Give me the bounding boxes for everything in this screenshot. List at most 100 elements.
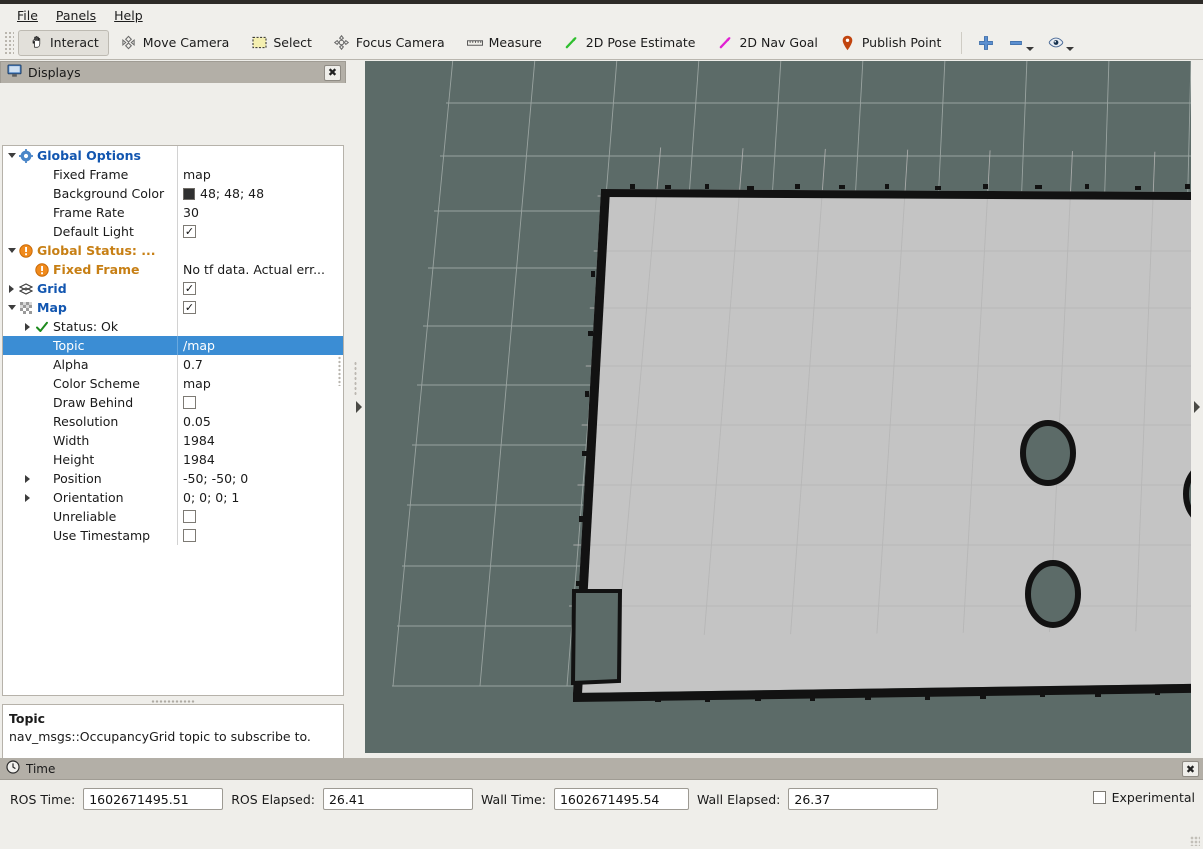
twisty-open-icon[interactable] [5, 248, 18, 253]
property-value-cell[interactable] [177, 241, 343, 260]
ros-elapsed-input[interactable]: 26.41 [323, 788, 473, 810]
checkbox-checked[interactable]: ✓ [183, 225, 196, 238]
property-value-cell[interactable]: map [177, 165, 343, 184]
checkbox-checked[interactable]: ✓ [183, 282, 196, 295]
twisty-open-icon[interactable] [5, 153, 18, 158]
property-value-cell[interactable]: No tf data. Actual err... [177, 260, 343, 279]
wall-elapsed-label: Wall Elapsed: [697, 792, 780, 807]
property-value-cell[interactable] [177, 317, 343, 336]
property-value-cell[interactable]: ✓ [177, 279, 343, 298]
property-value-cell[interactable]: 1984 [177, 450, 343, 469]
tool-select-button[interactable]: Select [241, 30, 322, 56]
property-row-use-timestamp[interactable]: Use Timestamp [3, 526, 343, 545]
property-row-map[interactable]: Map✓ [3, 298, 343, 317]
displays-property-tree[interactable]: Global OptionsFixed FramemapBackground C… [2, 145, 344, 696]
property-value-cell[interactable]: /map [177, 336, 343, 355]
twisty-closed-icon[interactable] [21, 494, 34, 502]
property-row-height[interactable]: Height1984 [3, 450, 343, 469]
property-value-cell[interactable] [177, 507, 343, 526]
property-row-global-status[interactable]: Global Status: ... [3, 241, 343, 260]
property-label: Fixed Frame [50, 262, 140, 277]
property-value-cell[interactable]: 1984 [177, 431, 343, 450]
property-row-width[interactable]: Width1984 [3, 431, 343, 450]
time-panel-close-icon[interactable]: ✖ [1182, 761, 1199, 777]
views-visibility-button[interactable] [1041, 35, 1081, 51]
menu-item-file[interactable]: File [8, 6, 47, 25]
displays-panel-close-icon[interactable]: ✖ [324, 65, 341, 81]
property-row-color-scheme[interactable]: Color Schememap [3, 374, 343, 393]
tool-select-label: Select [273, 35, 312, 50]
right-dock-collapse-handle[interactable] [1191, 61, 1203, 753]
property-value-cell[interactable]: ✓ [177, 222, 343, 241]
wall-elapsed-input[interactable]: 26.37 [788, 788, 938, 810]
ros-time-input[interactable]: 1602671495.51 [83, 788, 223, 810]
collapse-left-arrow-icon[interactable] [356, 401, 362, 413]
twisty-open-icon[interactable] [5, 305, 18, 310]
property-label: Default Light [50, 224, 134, 239]
property-row-grid[interactable]: Grid✓ [3, 279, 343, 298]
green-arrow-icon [564, 35, 580, 51]
tool-move-camera-button[interactable]: Move Camera [111, 30, 240, 56]
toolbar-drag-grip[interactable] [4, 31, 14, 55]
property-label: Fixed Frame [50, 167, 128, 182]
add-view-button[interactable] [971, 35, 1001, 51]
property-row-frame-rate[interactable]: Frame Rate30 [3, 203, 343, 222]
tool-measure-button[interactable]: Measure [457, 30, 552, 56]
property-value-cell[interactable]: 48; 48; 48 [177, 184, 343, 203]
property-row-fixed-frame[interactable]: Fixed Frame map [3, 165, 343, 184]
left-dock-collapse-handle[interactable] [353, 61, 365, 753]
experimental-checkbox[interactable] [1093, 791, 1106, 804]
property-value-cell[interactable]: ✓ [177, 298, 343, 317]
tool-focus-camera-button[interactable]: Focus Camera [324, 30, 455, 56]
rviz-3d-viewport[interactable] [365, 61, 1191, 753]
menu-item-help[interactable]: Help [105, 6, 152, 25]
property-row-global-options[interactable]: Global Options [3, 146, 343, 165]
clock-icon [6, 760, 20, 777]
window-resize-grip[interactable] [1190, 836, 1200, 846]
property-row-resolution[interactable]: Resolution 0.05 [3, 412, 343, 431]
collapse-right-arrow-icon[interactable] [1194, 401, 1200, 413]
checkbox-unchecked[interactable] [183, 396, 196, 409]
checkbox-unchecked[interactable] [183, 510, 196, 523]
color-swatch[interactable] [183, 188, 195, 200]
tool-publish-point-button[interactable]: Publish Point [830, 30, 952, 56]
tool-2d-nav-goal-button[interactable]: 2D Nav Goal [707, 30, 827, 56]
tool-interact-button[interactable]: Interact [18, 30, 109, 56]
twisty-closed-icon[interactable] [5, 285, 18, 293]
property-value-cell[interactable] [177, 146, 343, 165]
checkbox-checked[interactable]: ✓ [183, 301, 196, 314]
menu-item-panels[interactable]: Panels [47, 6, 105, 25]
twisty-closed-icon[interactable] [21, 323, 34, 331]
experimental-toggle[interactable]: Experimental [1093, 790, 1195, 805]
property-row-unreliable[interactable]: Unreliable [3, 507, 343, 526]
experimental-label: Experimental [1112, 790, 1195, 805]
property-value-cell[interactable] [177, 526, 343, 545]
property-value-cell[interactable]: 0.05 [177, 412, 343, 431]
tool-2d-pose-estimate-button[interactable]: 2D Pose Estimate [554, 30, 706, 56]
twisty-closed-icon[interactable] [21, 475, 34, 483]
property-row-default-light[interactable]: Default Light ✓ [3, 222, 343, 241]
property-label: Use Timestamp [50, 528, 150, 543]
property-row-alpha[interactable]: Alpha0.7 [3, 355, 343, 374]
move-camera-icon [121, 35, 137, 51]
property-label: Resolution [50, 414, 118, 429]
wall-time-input[interactable]: 1602671495.54 [554, 788, 689, 810]
property-row-background-color[interactable]: Background Color48; 48; 48 [3, 184, 343, 203]
property-row-fixed-frame[interactable]: Fixed Frame No tf data. Actual err... [3, 260, 343, 279]
remove-view-caret-icon[interactable] [1026, 47, 1034, 51]
property-value-cell[interactable]: 30 [177, 203, 343, 222]
property-value-cell[interactable]: map [177, 374, 343, 393]
property-value-cell[interactable]: 0.7 [177, 355, 343, 374]
remove-view-button[interactable] [1001, 35, 1041, 51]
property-value-cell[interactable]: -50; -50; 0 [177, 469, 343, 488]
views-visibility-caret-icon[interactable] [1066, 47, 1074, 51]
property-value-cell[interactable]: 0; 0; 0; 1 [177, 488, 343, 507]
tree-scroll-grip[interactable] [338, 356, 341, 386]
property-row-position[interactable]: Position-50; -50; 0 [3, 469, 343, 488]
property-row-draw-behind[interactable]: Draw Behind [3, 393, 343, 412]
property-row-topic[interactable]: Topic/map [3, 336, 343, 355]
property-row-orientation[interactable]: Orientation0; 0; 0; 1 [3, 488, 343, 507]
property-value-cell[interactable] [177, 393, 343, 412]
checkbox-unchecked[interactable] [183, 529, 196, 542]
property-row-status-ok[interactable]: Status: Ok [3, 317, 343, 336]
